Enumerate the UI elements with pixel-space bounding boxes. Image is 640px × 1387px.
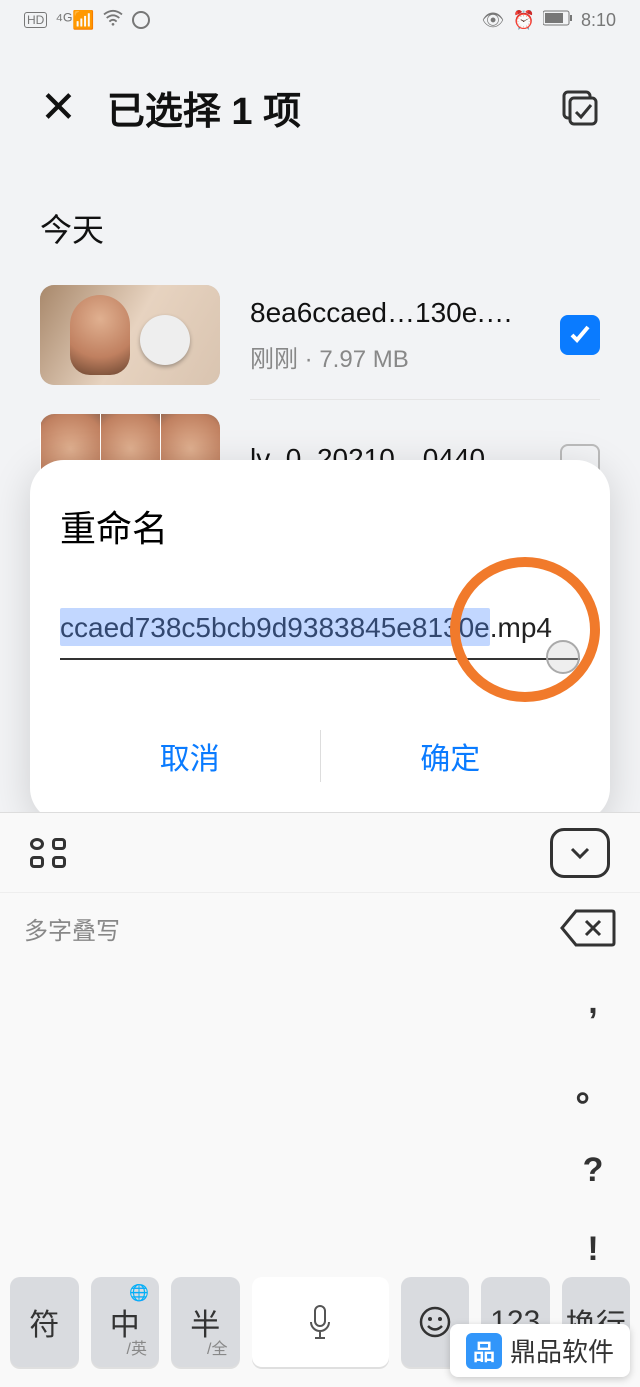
thumbnail	[40, 285, 220, 385]
section-today: 今天	[0, 155, 640, 271]
exclaim-key[interactable]: !	[587, 1230, 598, 1269]
wifi-icon	[102, 9, 124, 32]
item-checkbox[interactable]	[560, 315, 600, 355]
status-bar: HD ⁴ᴳ📶 👁 ⏰ 8:10	[0, 0, 640, 40]
keyboard: 多字叠写 , 。 ? ! 符 🌐中/英 半/全 123 换行	[0, 812, 640, 1387]
status-time: 8:10	[581, 10, 616, 31]
dialog-title: 重命名	[60, 500, 580, 552]
eye-icon: 👁	[482, 10, 505, 31]
selection-header: ✕ 已选择 1 项	[0, 40, 640, 155]
globe-icon: 🌐	[129, 1283, 149, 1303]
signal-icon: ⁴ᴳ📶	[55, 10, 94, 31]
voice-key[interactable]	[252, 1277, 389, 1367]
symbol-key[interactable]: 符	[10, 1277, 79, 1367]
confirm-button[interactable]: 确定	[321, 710, 581, 802]
watermark-text: 鼎品软件	[510, 1332, 614, 1369]
keyboard-grid-button[interactable]	[30, 838, 66, 868]
watermark: 品 鼎品软件	[450, 1324, 630, 1377]
close-button[interactable]: ✕	[40, 82, 77, 133]
language-key[interactable]: 🌐中/英	[91, 1277, 160, 1367]
backspace-key[interactable]	[560, 907, 616, 949]
file-item[interactable]: 8ea6ccaed…130e.mp4 刚刚 · 7.97 MB	[0, 271, 640, 399]
comma-key[interactable]: ,	[588, 983, 597, 1022]
question-key[interactable]: ?	[583, 1151, 604, 1190]
rename-dialog: 重命名 取消 确定	[30, 460, 610, 822]
alarm-icon: ⏰	[513, 10, 535, 31]
ime-hint: 多字叠写	[24, 911, 560, 946]
file-name: 8ea6ccaed…130e.mp4	[250, 297, 530, 329]
period-key[interactable]: 。	[576, 1062, 610, 1111]
keyboard-collapse-button[interactable]	[550, 828, 610, 878]
hd-icon: HD	[24, 12, 47, 28]
header-title: 已选择 1 项	[107, 80, 560, 135]
battery-icon	[543, 10, 573, 31]
file-meta: 刚刚 · 7.97 MB	[250, 339, 530, 374]
width-key[interactable]: 半/全	[171, 1277, 240, 1367]
filename-input[interactable]	[60, 612, 580, 660]
cancel-button[interactable]: 取消	[60, 710, 320, 802]
nfc-icon	[132, 11, 150, 29]
select-all-button[interactable]	[560, 88, 600, 128]
watermark-icon: 品	[466, 1333, 502, 1369]
